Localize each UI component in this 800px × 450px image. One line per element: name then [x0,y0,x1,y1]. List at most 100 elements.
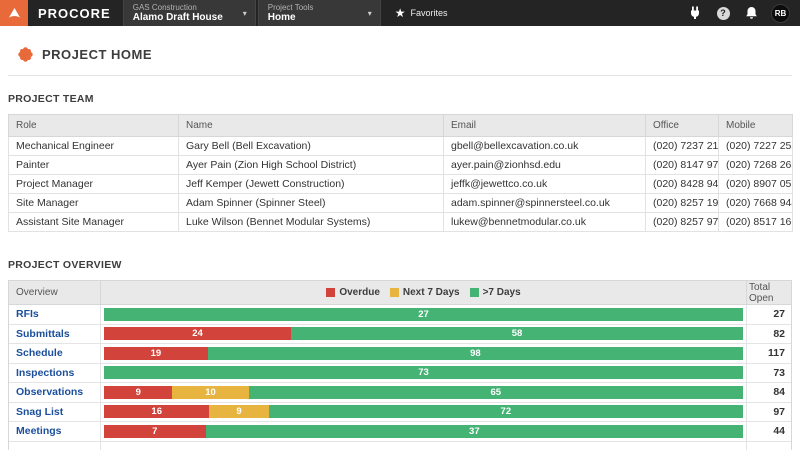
table-row: Mechanical EngineerGary Bell (Bell Excav… [9,137,793,156]
table-row: Project ManagerJeff Kemper (Jewett Const… [9,175,793,194]
stacked-bar: 16 9 72 [104,405,743,418]
team-cell-name: Adam Spinner (Spinner Steel) [179,194,444,213]
bar-value-label: 7 [152,426,157,437]
bar-value-label: 9 [136,387,141,398]
project-name: Alamo Draft House [133,12,223,24]
bar-segment-overdue[interactable]: 19 [104,347,208,360]
overview-column-header: Overview [9,281,101,304]
bar-value-label: 10 [205,387,216,398]
total-open-value: 117 [768,347,785,359]
overview-row: Inspections 73 73 [9,364,791,384]
bar-segment-overdue[interactable]: 7 [104,425,206,438]
favorites-button[interactable]: ★ Favorites [381,0,458,26]
chart-legend: Overdue Next 7 Days >7 Days [326,287,520,298]
category-link-submittals[interactable]: Submittals [16,328,70,340]
bar-segment-7-days[interactable]: 58 [291,327,743,340]
overview-row: Observations 9 10 65 84 [9,383,791,403]
team-cell-office: (020) 8147 9722 [646,156,719,175]
bar-value-label: 98 [470,348,481,359]
main-content: PROJECT HOME PROJECT TEAM RoleNameEmailO… [0,47,800,450]
bar-segment-7-days[interactable]: 27 [104,308,743,321]
bar-segment-7-days[interactable]: 98 [208,347,743,360]
bar-value-label: 37 [469,426,480,437]
column-header-role: Role [9,115,179,137]
total-open-value: 44 [773,425,785,437]
procore-mark-icon [8,7,21,19]
total-open-value: 27 [773,308,785,320]
category-link-observations[interactable]: Observations [16,386,83,398]
category-link-rfis[interactable]: RFIs [16,308,39,320]
chevron-down-icon: ▾ [368,9,372,18]
bell-icon[interactable] [743,5,759,21]
category-link-inspections[interactable]: Inspections [16,367,74,379]
overview-row-partial [9,442,791,450]
home-icon[interactable] [0,0,28,26]
page-title-row: PROJECT HOME [8,47,792,62]
category-link-snag-list[interactable]: Snag List [16,406,63,418]
team-section-heading: PROJECT TEAM [8,93,792,105]
overview-row: Submittals245882 [9,325,791,345]
category-link-schedule[interactable]: Schedule [16,347,63,359]
bar-segment-7-days[interactable]: 37 [206,425,743,438]
legend-label: Next 7 Days [403,287,460,298]
stacked-bar: 27 [104,308,743,321]
stacked-bar: 73 [104,366,743,379]
avatar[interactable]: RB [771,4,790,23]
bar-segment-next-7-days[interactable]: 10 [172,386,248,399]
table-row: Site ManagerAdam Spinner (Spinner Steel)… [9,194,793,213]
legend-swatch [390,288,399,297]
project-overview-table: Overview Overdue Next 7 Days >7 Days Total… [8,280,792,450]
overview-row: Snag List1697297 [9,403,791,423]
legend-label: >7 Days [483,287,521,298]
legend-label: Overdue [339,287,380,298]
legend-item: >7 Days [470,287,521,298]
bar-value-label: 58 [512,328,523,339]
page-title: PROJECT HOME [42,47,152,62]
total-open-value: 73 [773,367,785,379]
team-cell-mobile: (020) 8517 1668 [719,213,793,232]
bar-value-label: 65 [490,387,501,398]
bar-segment-overdue[interactable]: 24 [104,327,291,340]
bar-segment-7-days[interactable]: 72 [269,405,743,418]
team-cell-office: (020) 7237 2111 [646,137,719,156]
chevron-down-icon: ▾ [243,9,247,18]
team-cell-role: Project Manager [9,175,179,194]
team-cell-mobile: (020) 7668 9445 [719,194,793,213]
bar-value-label: 19 [151,348,162,359]
help-icon[interactable]: ? [715,5,731,21]
stacked-bar: 9 10 65 [104,386,743,399]
team-cell-office: (020) 8257 9768 [646,213,719,232]
team-cell-role: Assistant Site Manager [9,213,179,232]
total-open-value: 84 [773,386,785,398]
overview-section-heading: PROJECT OVERVIEW [8,259,792,271]
bar-segment-next-7-days[interactable]: 9 [209,405,268,418]
bar-value-label: 16 [151,406,162,417]
category-link-meetings[interactable]: Meetings [16,425,62,437]
legend-swatch [470,288,479,297]
plug-icon[interactable] [687,5,703,21]
bar-segment-overdue[interactable]: 16 [104,405,209,418]
column-header-name: Name [179,115,444,137]
overview-header-row: Overview Overdue Next 7 Days >7 Days Total… [9,281,791,305]
bar-segment-7-days[interactable]: 65 [249,386,743,399]
team-cell-email: jeffk@jewettco.co.uk [444,175,646,194]
bar-value-label: 72 [501,406,512,417]
bar-segment-overdue[interactable]: 9 [104,386,172,399]
team-cell-office: (020) 8257 1931 [646,194,719,213]
divider [8,75,792,76]
project-picker-dropdown[interactable]: GAS Construction Alamo Draft House ▾ [123,0,256,26]
stacked-bar: 1998 [104,347,743,360]
procore-logo: PROCORE [28,0,123,26]
stacked-bar: 7 37 [104,425,743,438]
bar-segment-7-days[interactable]: 73 [104,366,743,379]
overview-row: RFIs 27 27 [9,305,791,325]
team-cell-name: Jeff Kemper (Jewett Construction) [179,175,444,194]
column-header-office: Office [646,115,719,137]
total-open-column-header: Total Open [746,281,791,304]
table-row: PainterAyer Pain (Zion High School Distr… [9,156,793,175]
stacked-bar: 24 58 [104,327,743,340]
legend-item: Next 7 Days [390,287,460,298]
bar-value-label: 27 [418,309,429,320]
team-cell-name: Ayer Pain (Zion High School District) [179,156,444,175]
tool-picker-dropdown[interactable]: Project Tools Home ▾ [258,0,381,26]
